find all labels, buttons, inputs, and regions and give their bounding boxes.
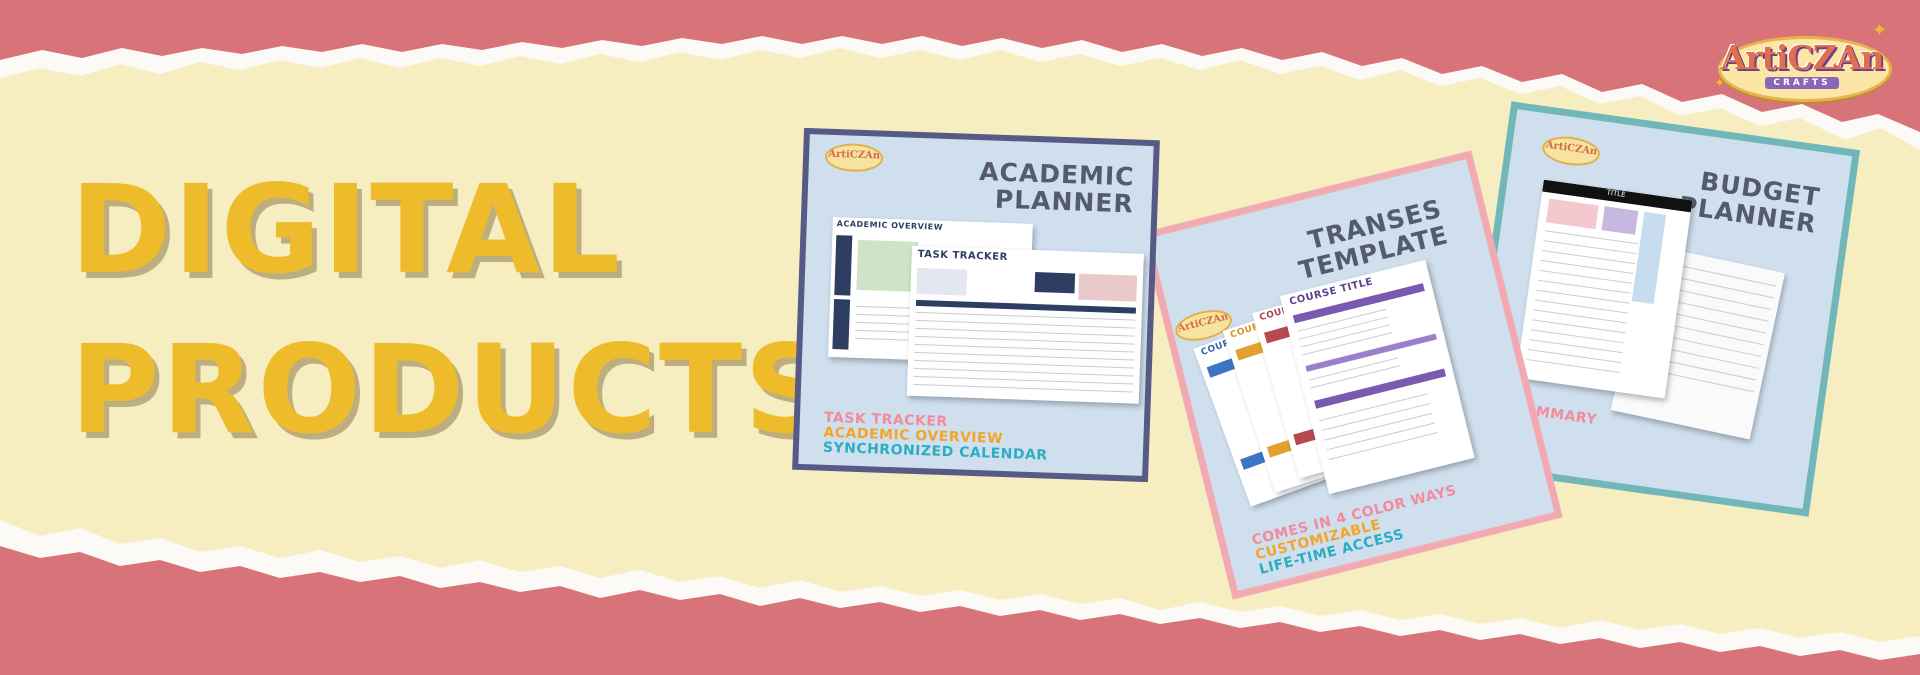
doc-title: TITLE [1606, 188, 1627, 200]
brand-logo[interactable]: ArtiCZAn CRAFTS ✦ ✦ [1712, 20, 1892, 102]
headline-line-2: PRODUCTS [70, 319, 835, 461]
logo-subtitle: CRAFTS [1765, 77, 1839, 89]
card-logo: ArtiCZAn [1540, 133, 1602, 169]
card-logo: ArtiCZAn [824, 142, 884, 173]
sparkle-icon: ✦ [1714, 76, 1725, 91]
card-title: ACADEMIC PLANNER [978, 157, 1136, 219]
page-headline: DIGITAL PRODUCTS [70, 150, 834, 470]
feature-list: TASK TRACKER ACADEMIC OVERVIEW SYNCHRONI… [823, 410, 1049, 464]
budget-sheet-front: TITLE [1516, 179, 1693, 399]
task-tracker-sheet: TASK TRACKER [906, 245, 1144, 404]
card-title: BUDGET PLANNER [1676, 166, 1823, 239]
product-card-academic-planner[interactable]: ArtiCZAn ACADEMIC PLANNER ACADEMIC OVERV… [792, 127, 1160, 483]
headline-line-1: DIGITAL [70, 159, 623, 301]
sparkle-icon: ✦ [1872, 20, 1888, 41]
banner: ArtiCZAn CRAFTS ✦ ✦ DIGITAL PRODUCTS Art… [0, 0, 1920, 675]
logo-wordmark: ArtiCZAn [1720, 38, 1885, 77]
